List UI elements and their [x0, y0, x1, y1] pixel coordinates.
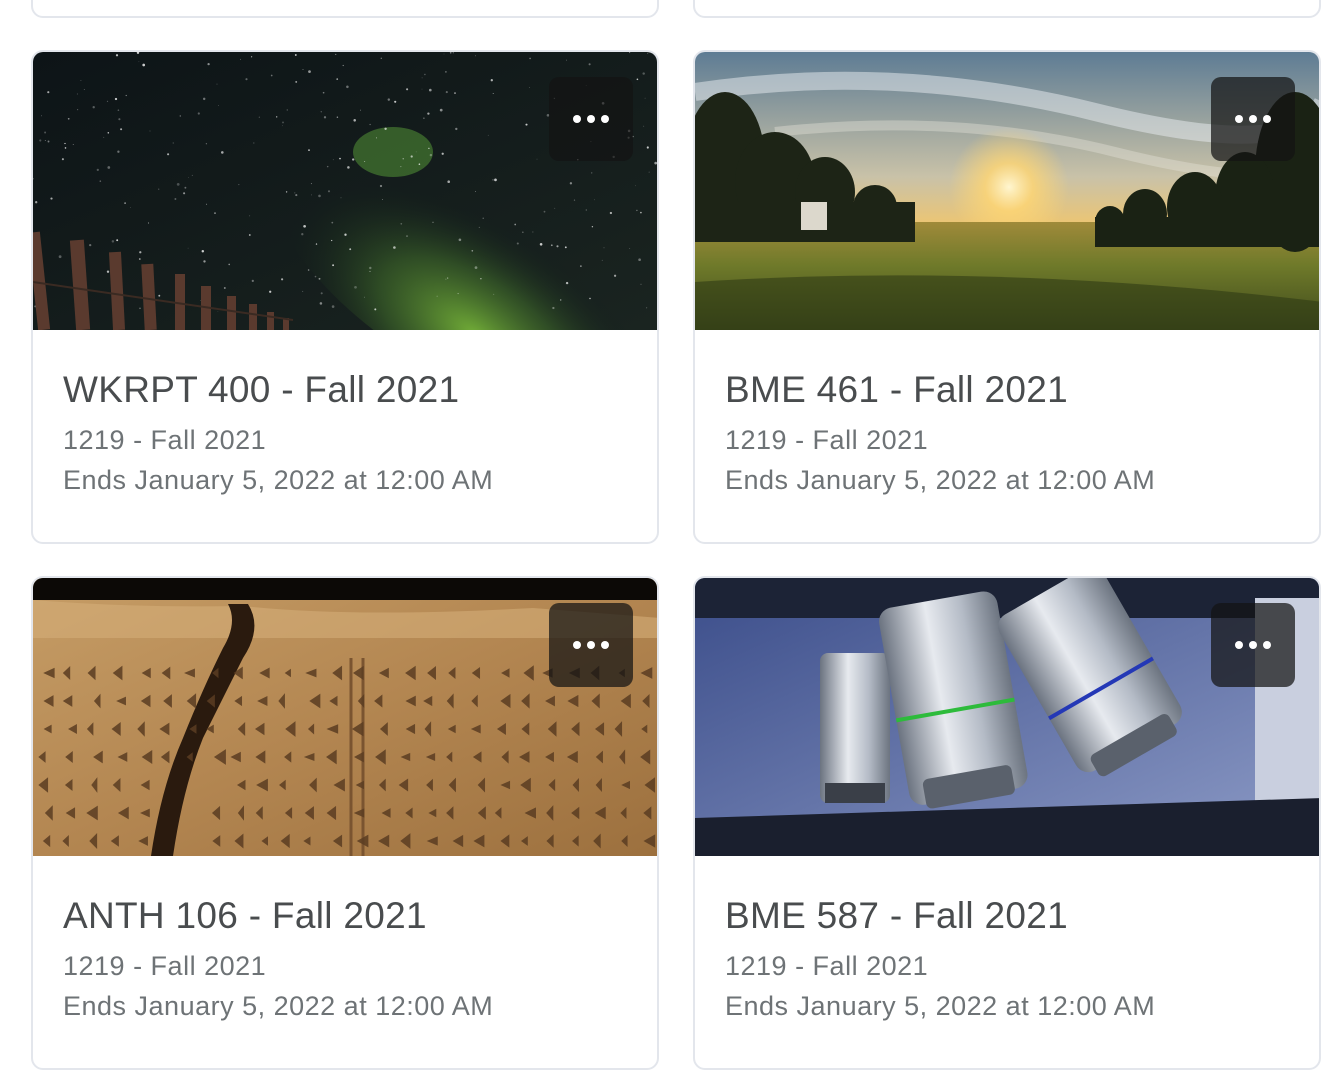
course-image-night-sky[interactable] — [33, 52, 657, 330]
more-horizontal-icon — [1235, 641, 1271, 649]
course-options-button[interactable] — [549, 77, 633, 161]
more-horizontal-icon — [573, 641, 609, 649]
course-card[interactable]: BME 461 - Fall 2021 1219 - Fall 2021 End… — [693, 50, 1321, 544]
course-card[interactable]: BME 587 - Fall 2021 1219 - Fall 2021 End… — [693, 576, 1321, 1070]
course-semester: 1219 - Fall 2021 — [63, 951, 267, 981]
more-horizontal-icon — [573, 115, 609, 123]
more-horizontal-icon — [1235, 115, 1271, 123]
course-image-cuneiform-tablet[interactable] — [33, 578, 657, 856]
course-end-date: Ends January 5, 2022 at 12:00 AM — [63, 991, 494, 1021]
course-options-button[interactable] — [549, 603, 633, 687]
course-grid: WKRPT 400 - Fall 2021 1219 - Fall 2021 E… — [0, 0, 1340, 1083]
course-card[interactable]: ANTH 106 - Fall 2021 1219 - Fall 2021 En… — [31, 576, 659, 1070]
course-image-microscope[interactable] — [695, 578, 1319, 856]
course-options-button[interactable] — [1211, 77, 1295, 161]
course-title[interactable]: ANTH 106 - Fall 2021 — [63, 894, 627, 938]
course-end-date: Ends January 5, 2022 at 12:00 AM — [725, 465, 1156, 495]
course-card-partial[interactable] — [31, 0, 659, 18]
course-title[interactable]: BME 461 - Fall 2021 — [725, 368, 1289, 412]
course-end-date: Ends January 5, 2022 at 12:00 AM — [63, 465, 494, 495]
course-semester: 1219 - Fall 2021 — [725, 425, 929, 455]
course-end-date: Ends January 5, 2022 at 12:00 AM — [725, 991, 1156, 1021]
course-semester: 1219 - Fall 2021 — [63, 425, 267, 455]
course-card-partial[interactable] — [693, 0, 1321, 18]
course-title[interactable]: WKRPT 400 - Fall 2021 — [63, 368, 627, 412]
course-card[interactable]: WKRPT 400 - Fall 2021 1219 - Fall 2021 E… — [31, 50, 659, 544]
course-image-sunrise-field[interactable] — [695, 52, 1319, 330]
course-semester: 1219 - Fall 2021 — [725, 951, 929, 981]
course-options-button[interactable] — [1211, 603, 1295, 687]
course-title[interactable]: BME 587 - Fall 2021 — [725, 894, 1289, 938]
